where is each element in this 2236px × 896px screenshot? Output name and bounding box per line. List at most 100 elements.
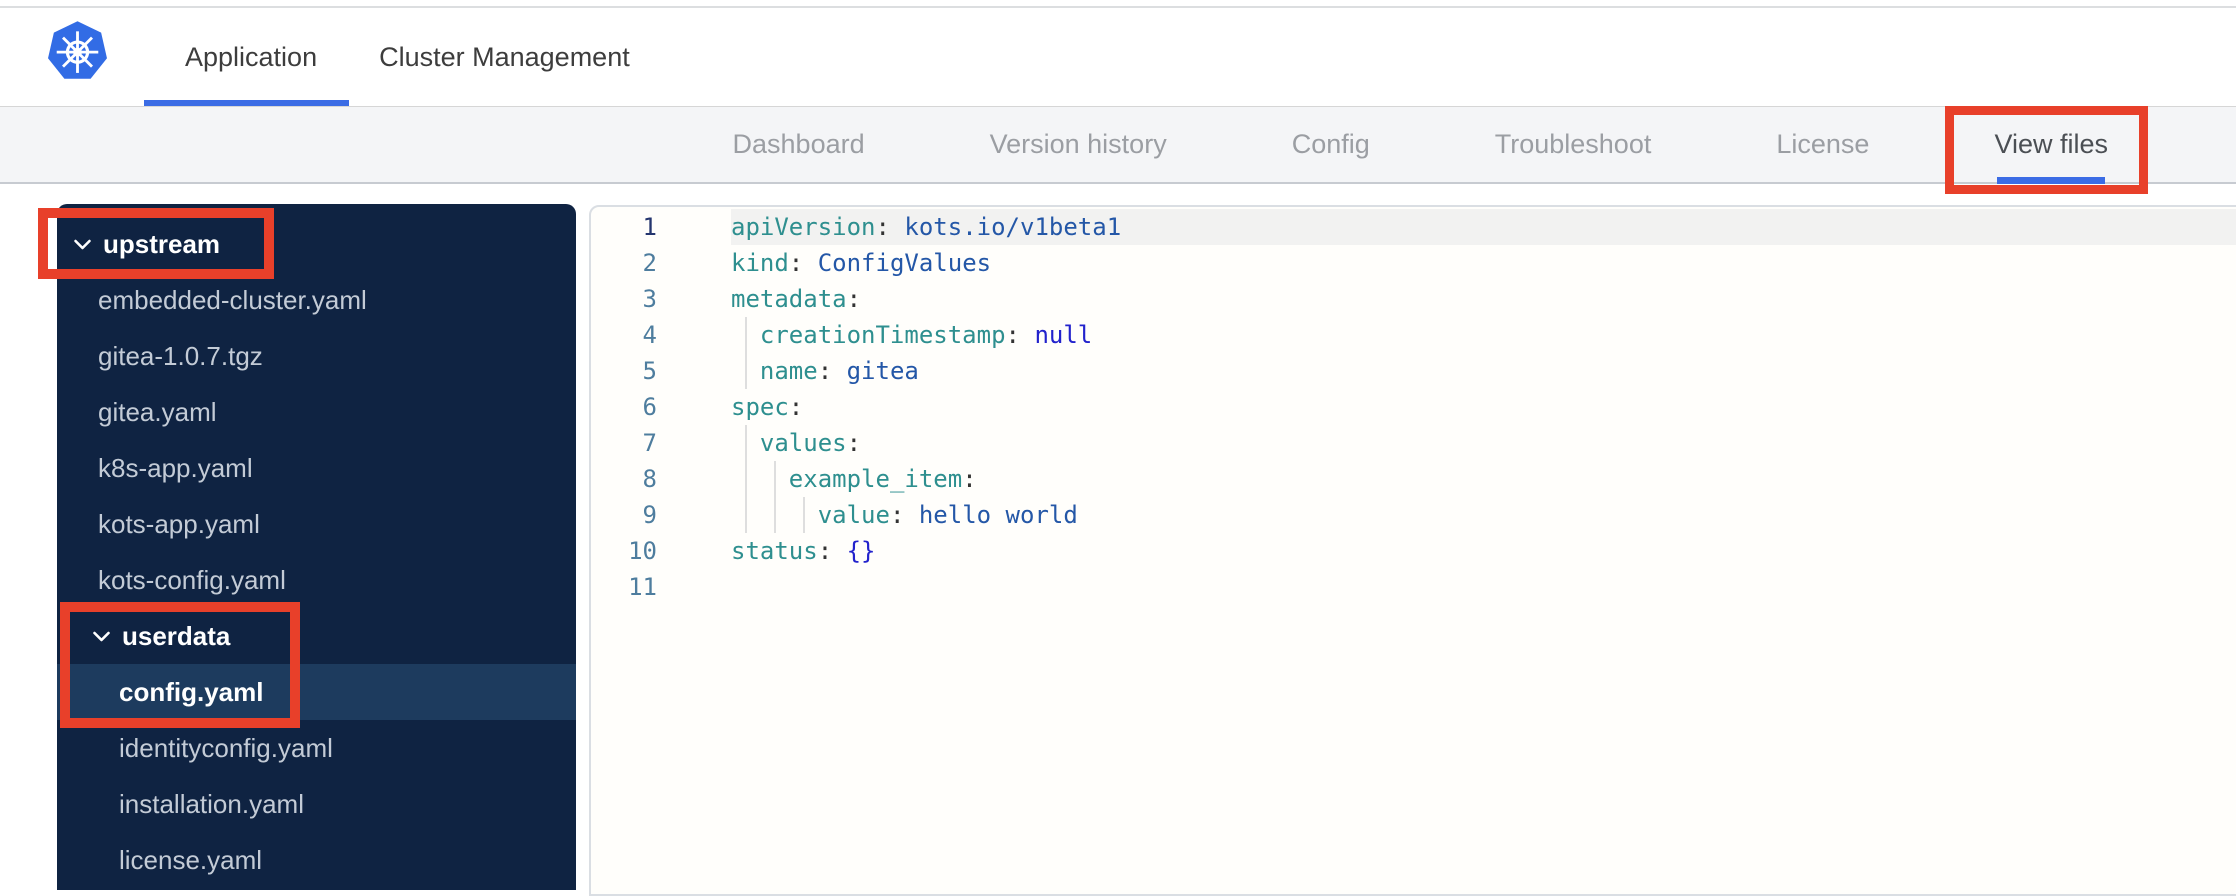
token-p: : [889, 501, 919, 529]
code-line-content: name: gitea [731, 353, 2236, 389]
token-v: hello world [918, 501, 1078, 529]
tree-file-gitea-yaml[interactable]: gitea.yaml [57, 384, 576, 440]
topnav-tab-cluster-management[interactable]: Cluster Management [379, 8, 630, 106]
code-lines: 1 apiVersion: kots.io/v1beta1 2 kind: Confi… [591, 209, 2236, 605]
token-key: value [817, 501, 890, 529]
code-line-content: spec: [731, 389, 2236, 425]
topnav-tabs: Application Cluster Management [143, 8, 630, 106]
code-line-content: example_item: [731, 461, 2236, 497]
top-navbar: Application Cluster Management [0, 8, 2236, 107]
code-line-8[interactable]: 8 example_item: [591, 461, 2236, 497]
code-line-7[interactable]: 7 values: [591, 425, 2236, 461]
token-key: values [759, 429, 847, 457]
tree-file-kots-app-yaml[interactable]: kots-app.yaml [57, 496, 576, 552]
topnav-tab-application[interactable]: Application [143, 8, 350, 106]
token-key: apiVersion [731, 213, 876, 241]
line-number: 11 [628, 573, 657, 601]
line-number: 9 [642, 501, 657, 529]
line-number: 6 [642, 393, 657, 421]
tree-file-identityconfig-yaml[interactable]: identityconfig.yaml [57, 720, 576, 776]
token-p: : [1005, 321, 1035, 349]
token-v: kots.io/v1beta1 [904, 213, 1122, 241]
code-line-6[interactable]: 6 spec: [591, 389, 2236, 425]
code-line-10[interactable]: 10 status: {} [591, 533, 2236, 569]
tree-item-label: installation.yaml [119, 788, 304, 819]
code-line-5[interactable]: 5 name: gitea [591, 353, 2236, 389]
token-key: kind [731, 249, 789, 277]
indent-guide [774, 461, 777, 497]
subnav-tab-troubleshoot[interactable]: Troubleshoot [1495, 107, 1652, 182]
code-line-content: metadata: [731, 281, 2236, 317]
tree-item-label: kots-config.yaml [98, 564, 286, 595]
code-line-content: kind: ConfigValues [731, 245, 2236, 281]
tree-item-label: k8s-app.yaml [98, 452, 253, 483]
kubernetes-logo-icon [46, 20, 109, 83]
token-key: example_item [788, 465, 963, 493]
tree-file-gitea-1-0-7-tgz[interactable]: gitea-1.0.7.tgz [57, 328, 576, 384]
code-line-4[interactable]: 4 creationTimestamp: null [591, 317, 2236, 353]
line-number: 10 [628, 537, 657, 565]
tree-folder-userdata[interactable]: userdata [57, 608, 576, 664]
app-subnav: Dashboard Version history Config Troublesho… [0, 107, 2236, 184]
indent-guide [803, 497, 806, 533]
line-number: 8 [642, 465, 657, 493]
tree-file-embedded-cluster-yaml[interactable]: embedded-cluster.yaml [57, 272, 576, 328]
token-p: : [788, 393, 804, 421]
token-key: creationTimestamp [759, 321, 1006, 349]
indent-guide [745, 461, 748, 497]
subnav-tab-view-files[interactable]: View files [1994, 107, 2108, 184]
tree-file-kots-config-yaml[interactable]: kots-config.yaml [57, 552, 576, 608]
tree-item-label: gitea.yaml [98, 396, 217, 427]
code-line-content: creationTimestamp: null [731, 317, 2236, 353]
tree-item-label: embedded-cluster.yaml [98, 284, 367, 315]
code-editor[interactable]: 1 apiVersion: kots.io/v1beta1 2 kind: Confi… [589, 205, 2236, 896]
line-number: 4 [642, 321, 657, 349]
tree-file-license-yaml[interactable]: license.yaml [57, 832, 576, 888]
file-tree-sidebar: upstream embedded-cluster.yaml gitea-1.0.7… [57, 204, 576, 890]
token-key: spec [731, 393, 789, 421]
tree-file-config-yaml[interactable]: config.yaml [57, 664, 576, 720]
token-v: gitea [846, 357, 919, 385]
line-number: 1 [642, 213, 657, 241]
token-p: : [846, 285, 862, 313]
line-number: 3 [642, 285, 657, 313]
tree-folder-upstream[interactable]: upstream [57, 216, 576, 272]
code-line-1[interactable]: 1 apiVersion: kots.io/v1beta1 [591, 209, 2236, 245]
token-v: ConfigValues [817, 249, 992, 277]
code-line-11[interactable]: 11 [591, 569, 2236, 605]
code-line-content [731, 569, 2236, 605]
tree-item-label: license.yaml [119, 844, 263, 875]
code-line-2[interactable]: 2 kind: ConfigValues [591, 245, 2236, 281]
code-line-3[interactable]: 3 metadata: [591, 281, 2236, 317]
token-a: {} [846, 537, 876, 565]
tree-item-label: gitea-1.0.7.tgz [98, 340, 263, 371]
subnav-tab-dashboard[interactable]: Dashboard [733, 107, 865, 182]
admin-console-page: Application Cluster Management Dashboard V… [0, 0, 2236, 896]
tree-file-installation-yaml[interactable]: installation.yaml [57, 776, 576, 832]
chevron-down-icon[interactable] [92, 630, 111, 643]
tree-item-label: upstream [103, 228, 221, 259]
chevron-down-icon[interactable] [73, 238, 92, 251]
indent-guide [774, 497, 777, 533]
token-p: : [875, 213, 905, 241]
tree-item-label: kots-app.yaml [98, 508, 260, 539]
token-p: : [846, 429, 862, 457]
indent-guide [745, 425, 748, 461]
token-p: : [962, 465, 977, 493]
code-line-content: apiVersion: kots.io/v1beta1 [731, 209, 2236, 245]
token-key: name [759, 357, 818, 385]
tree-item-label: identityconfig.yaml [119, 732, 333, 763]
token-p: : [788, 249, 818, 277]
subnav-tab-config[interactable]: Config [1292, 107, 1370, 182]
code-line-content: value: hello world [731, 497, 2236, 533]
code-line-content: status: {} [731, 533, 2236, 569]
token-p: : [817, 357, 847, 385]
indent-guide [745, 353, 748, 389]
subnav-tab-license[interactable]: License [1776, 107, 1869, 182]
code-line-9[interactable]: 9 value: hello world [591, 497, 2236, 533]
tree-file-k8s-app-yaml[interactable]: k8s-app.yaml [57, 440, 576, 496]
subnav-tab-version-history[interactable]: Version history [990, 107, 1167, 182]
tree-item-label: config.yaml [119, 676, 264, 707]
line-number: 5 [642, 357, 657, 385]
line-number: 2 [642, 249, 657, 277]
